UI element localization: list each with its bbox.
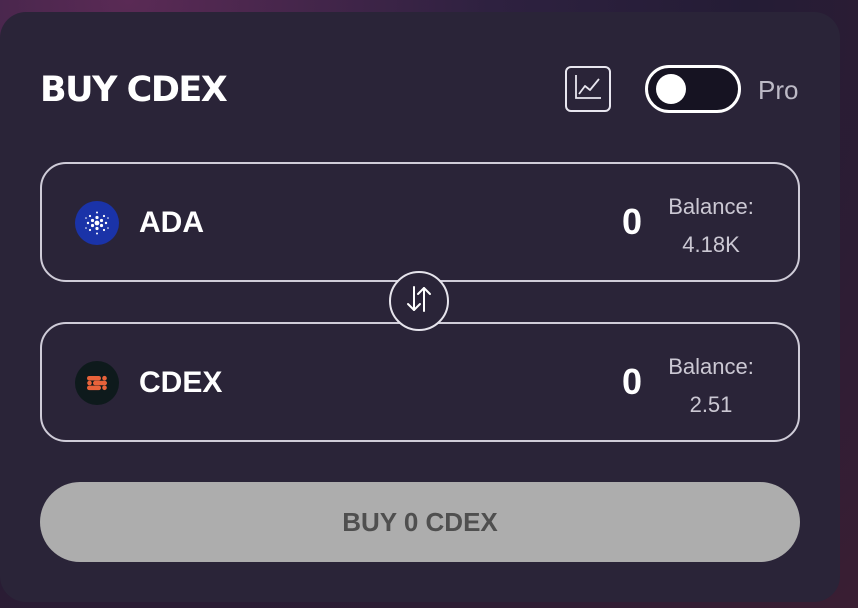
pro-label: Pro: [758, 75, 799, 105]
swap-arrows-icon: [402, 282, 436, 321]
balance-label: Balance:: [668, 194, 754, 219]
balance-value: 4.18K: [682, 232, 740, 257]
from-token-box[interactable]: ADA 0 Balance: 4.18K: [40, 162, 800, 282]
from-amount-input[interactable]: 0: [442, 202, 642, 242]
swap-button[interactable]: [389, 271, 449, 331]
buy-button[interactable]: BUY 0 CDEX: [40, 482, 800, 562]
chart-button[interactable]: [565, 66, 611, 112]
from-balance: Balance: 4.18K: [656, 188, 766, 264]
to-balance: Balance: 2.51: [656, 348, 766, 424]
to-amount-input[interactable]: 0: [442, 362, 642, 402]
pro-toggle[interactable]: [645, 65, 741, 113]
page-title: BUY CDEX: [40, 70, 228, 110]
to-token-symbol: CDEX: [139, 366, 223, 399]
cardano-icon: [75, 201, 119, 245]
balance-value: 2.51: [689, 392, 733, 417]
toggle-knob: [656, 74, 686, 104]
to-token-box[interactable]: CDEX 0 Balance: 2.51: [40, 322, 800, 442]
balance-label: Balance:: [668, 354, 754, 379]
cdex-icon: [75, 361, 119, 405]
line-chart-icon: [574, 74, 602, 105]
from-token-symbol: ADA: [139, 206, 204, 239]
